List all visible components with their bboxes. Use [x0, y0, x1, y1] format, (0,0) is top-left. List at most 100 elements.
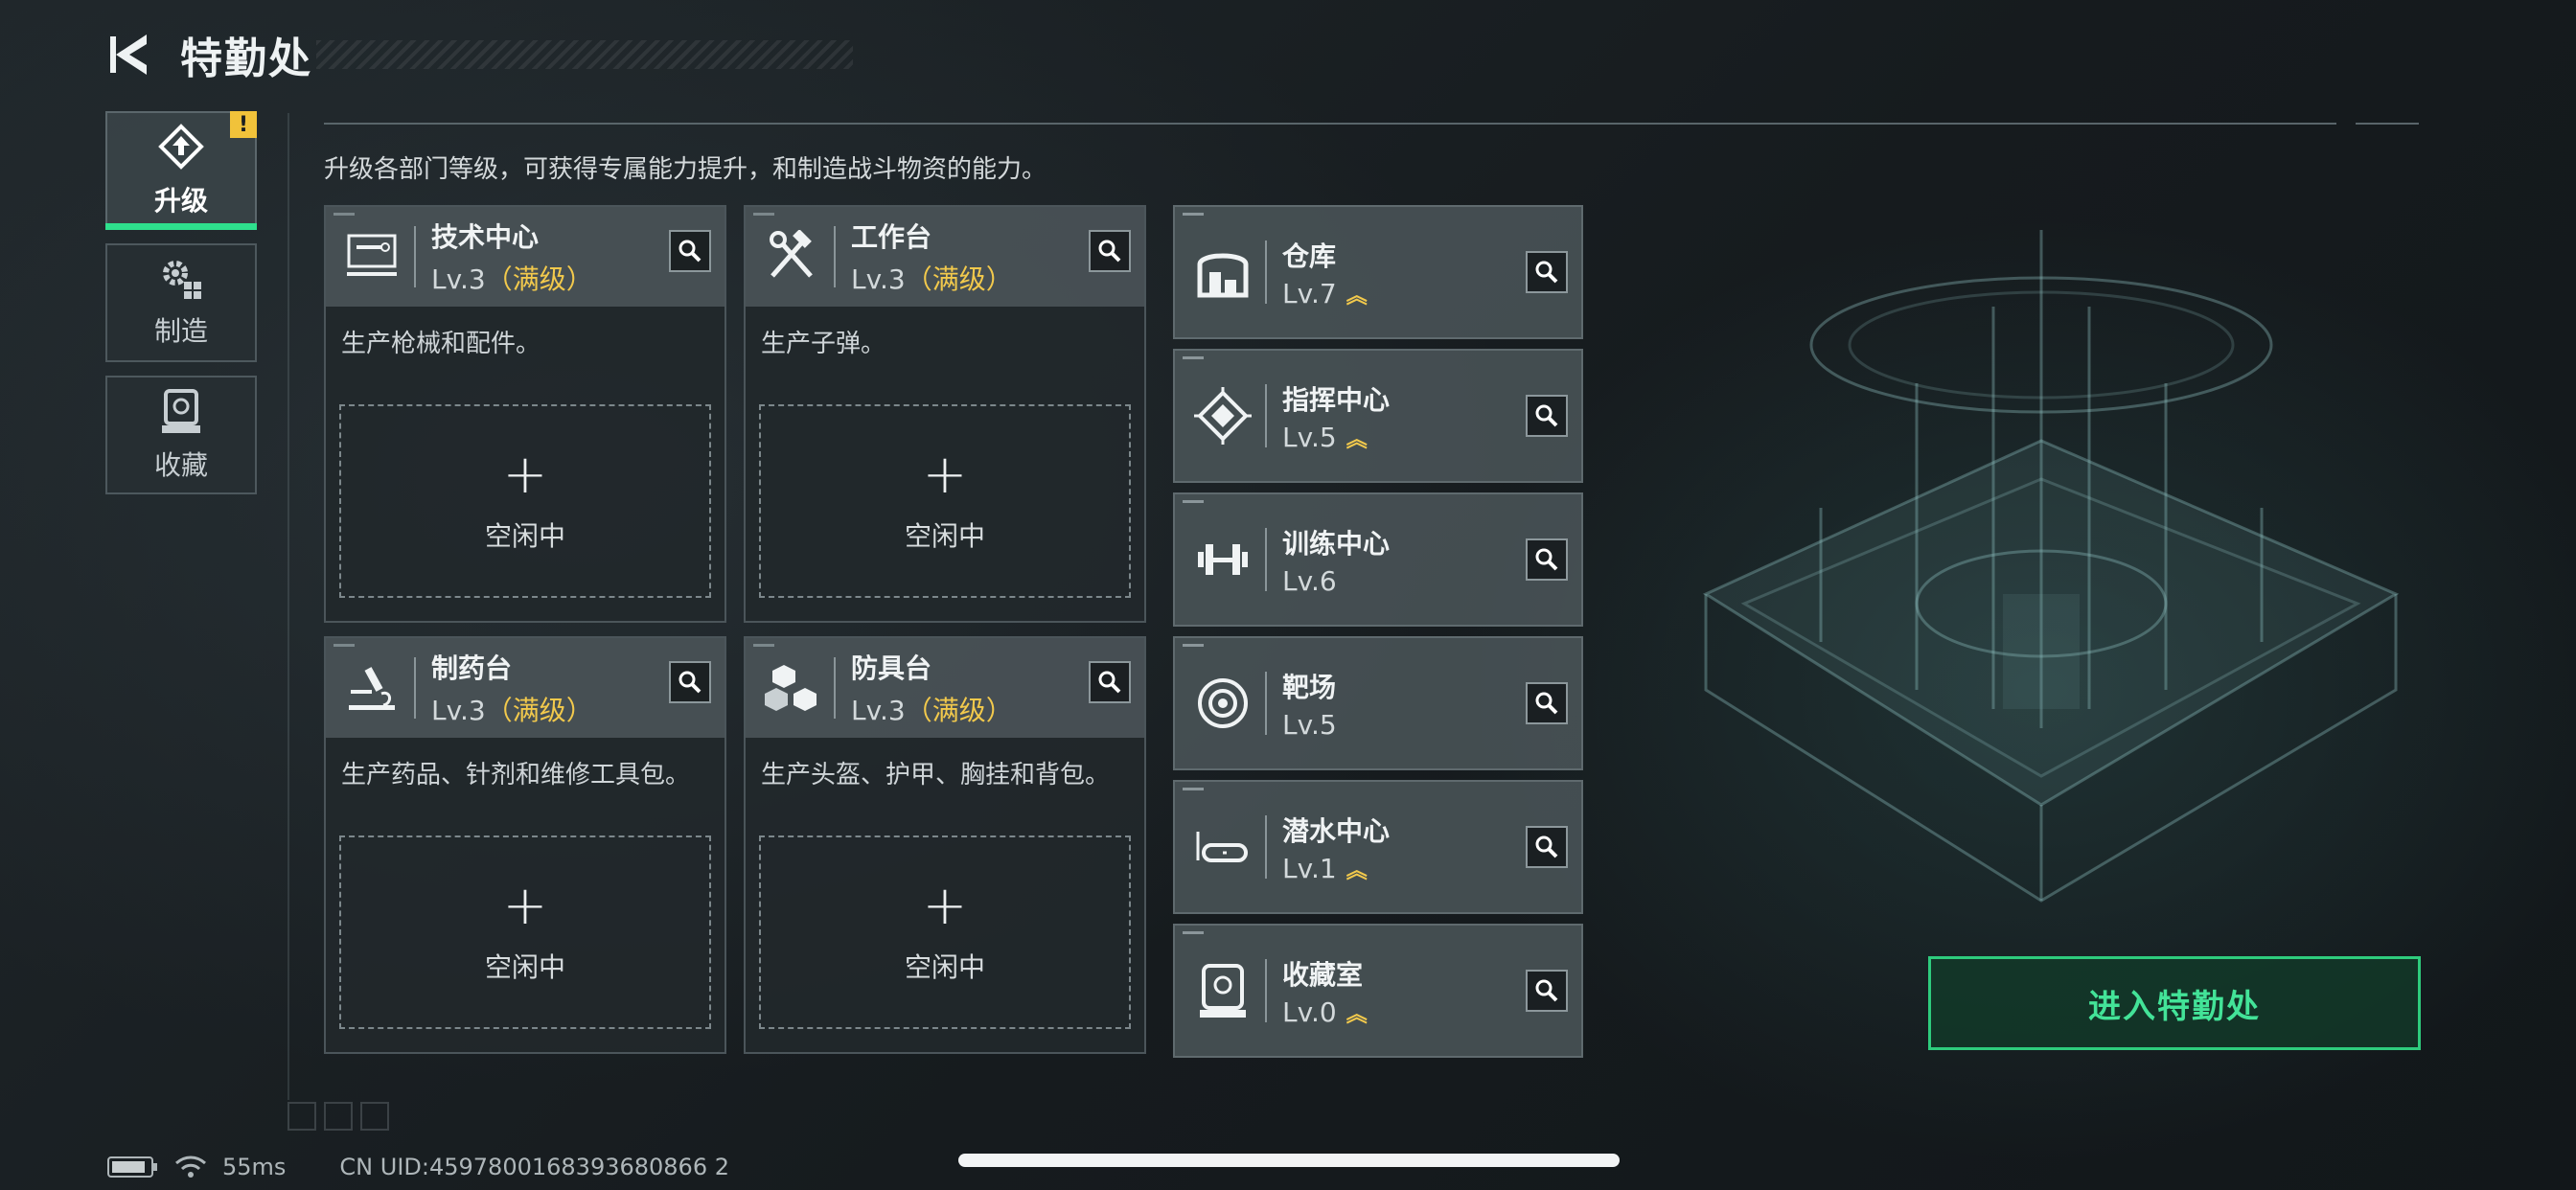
- workstation-level: Lv.3: [431, 263, 486, 295]
- slot-status: 空闲中: [484, 520, 565, 552]
- production-slot[interactable]: + 空闲中: [759, 835, 1131, 1029]
- chip-icon: [1188, 381, 1257, 450]
- workstation-name: 防具台: [851, 652, 932, 684]
- inspect-button[interactable]: [1526, 251, 1568, 293]
- workstation-name: 技术中心: [431, 221, 540, 253]
- workstation-card-tech-center: 技术中心 Lv.3（满级） 生产枪械和配件。 + 空闲中: [324, 205, 726, 623]
- cubes-icon: [757, 653, 826, 722]
- upgrade-available-icon: ︽: [1346, 858, 1368, 883]
- workstation-description: 生产枪械和配件。: [341, 330, 541, 358]
- workstation-card-pharmacy: 制药台 Lv.3（满级） 生产药品、针剂和维修工具包。 + 空闲中: [324, 636, 726, 1054]
- facility-card-warehouse[interactable]: 仓库 Lv.7 ︽: [1173, 205, 1583, 339]
- battery-icon: [107, 1156, 157, 1178]
- production-slot[interactable]: + 空闲中: [759, 404, 1131, 598]
- search-icon: [1535, 835, 1558, 858]
- max-level-tag: （满级）: [905, 263, 1013, 295]
- add-icon: +: [502, 444, 548, 506]
- search-icon: [1535, 261, 1558, 284]
- page-header: 特勤处: [105, 27, 312, 83]
- divider-line: [324, 123, 2336, 125]
- slot-status: 空闲中: [484, 951, 565, 983]
- decorative-boxes: [288, 1102, 389, 1131]
- workstation-name: 制药台: [431, 652, 513, 684]
- facility-card-shooting-range[interactable]: 靶场 Lv.5: [1173, 636, 1583, 770]
- enter-special-ops-button[interactable]: 进入特勤处: [1928, 956, 2421, 1050]
- facility-name: 潜水中心: [1282, 814, 1391, 847]
- facility-level: Lv.6: [1282, 564, 1337, 597]
- facility-card-training-center[interactable]: 训练中心 Lv.6: [1173, 492, 1583, 627]
- slot-status: 空闲中: [904, 520, 985, 552]
- trophy-case-icon: [1188, 956, 1257, 1025]
- inspect-button[interactable]: [1526, 826, 1568, 868]
- facility-card-command-center[interactable]: 指挥中心 Lv.5 ︽: [1173, 349, 1583, 483]
- nav-item-collection[interactable]: 收藏: [105, 376, 257, 494]
- add-icon: +: [502, 875, 548, 937]
- ping-value: 55ms: [222, 1154, 287, 1180]
- facility-level: Lv.0: [1282, 995, 1337, 1028]
- dumbbell-icon: [1188, 525, 1257, 594]
- max-level-tag: （满级）: [485, 263, 593, 295]
- vertical-divider: [288, 113, 289, 1100]
- facility-name: 训练中心: [1282, 527, 1391, 560]
- page-title: 特勤处: [180, 34, 312, 83]
- inspect-button[interactable]: [1526, 395, 1568, 437]
- page-description: 升级各部门等级，可获得专属能力提升，和制造战斗物资的能力。: [324, 155, 1047, 184]
- max-level-tag: （满级）: [905, 695, 1013, 726]
- nav-label: 升级: [153, 185, 208, 217]
- card-header: 制药台 Lv.3（满级）: [326, 638, 724, 738]
- back-arrow-icon: [110, 34, 147, 75]
- inspect-button[interactable]: [1089, 661, 1131, 703]
- production-slot[interactable]: + 空闲中: [339, 404, 711, 598]
- upgrade-available-icon: ︽: [1346, 427, 1368, 452]
- card-header: 工作台 Lv.3（满级）: [746, 207, 1144, 307]
- inspect-button[interactable]: [669, 230, 711, 272]
- workstation-level: Lv.3: [851, 695, 906, 726]
- facility-level: Lv.5: [1282, 708, 1337, 741]
- microscope-icon: [337, 653, 406, 722]
- nav-label: 收藏: [153, 449, 208, 481]
- inspect-button[interactable]: [1526, 970, 1568, 1012]
- production-slot[interactable]: + 空闲中: [339, 835, 711, 1029]
- facility-card-collection-room[interactable]: 收藏室 Lv.0 ︽: [1173, 924, 1583, 1058]
- upgrade-available-icon: ︽: [1346, 1002, 1368, 1027]
- workstation-card-armor-bench: 防具台 Lv.3（满级） 生产头盔、护甲、胸挂和背包。 + 空闲中: [744, 636, 1146, 1054]
- collection-icon: [162, 389, 200, 433]
- home-indicator[interactable]: [958, 1154, 1620, 1167]
- nav-label: 制造: [153, 315, 208, 347]
- workstation-card-workbench: 工作台 Lv.3（满级） 生产子弹。 + 空闲中: [744, 205, 1146, 623]
- workstation-description: 生产药品、针剂和维修工具包。: [341, 761, 691, 790]
- warehouse-icon: [1188, 238, 1257, 307]
- facility-name: 收藏室: [1282, 958, 1364, 991]
- inspect-button[interactable]: [1089, 230, 1131, 272]
- max-level-tag: （满级）: [485, 695, 593, 726]
- inspect-button[interactable]: [669, 661, 711, 703]
- wifi-icon: [175, 1156, 206, 1178]
- facility-name: 指挥中心: [1282, 383, 1391, 416]
- facility-name: 仓库: [1282, 240, 1337, 272]
- base-hologram-illustration: [1702, 230, 2400, 903]
- search-icon: [678, 671, 702, 694]
- workstation-description: 生产头盔、护甲、胸挂和背包。: [761, 761, 1111, 790]
- workstation-level: Lv.3: [431, 695, 486, 726]
- add-icon: +: [922, 444, 968, 506]
- hammer-wrench-icon: [757, 222, 826, 291]
- facility-level: Lv.7: [1282, 277, 1337, 309]
- inspect-button[interactable]: [1526, 538, 1568, 581]
- facility-level: Lv.5: [1282, 421, 1337, 453]
- facility-card-diving-center[interactable]: 潜水中心 Lv.1 ︽: [1173, 780, 1583, 914]
- workstation-description: 生产子弹。: [761, 330, 886, 358]
- title-decoration: [316, 40, 853, 69]
- workstation-level: Lv.3: [851, 263, 906, 295]
- slot-status: 空闲中: [904, 951, 985, 983]
- add-icon: +: [922, 875, 968, 937]
- nav-item-upgrade[interactable]: ! 升级: [105, 111, 257, 230]
- user-uid: CN UID:4597800168393680866 2: [339, 1154, 729, 1180]
- search-icon: [1535, 548, 1558, 571]
- card-header: 技术中心 Lv.3（满级）: [326, 207, 724, 307]
- search-icon: [1535, 692, 1558, 715]
- back-button[interactable]: [105, 27, 155, 82]
- status-bar: 55ms CN UID:4597800168393680866 2: [107, 1150, 729, 1184]
- nav-item-craft[interactable]: 制造: [105, 243, 257, 362]
- search-icon: [1098, 240, 1121, 263]
- inspect-button[interactable]: [1526, 682, 1568, 724]
